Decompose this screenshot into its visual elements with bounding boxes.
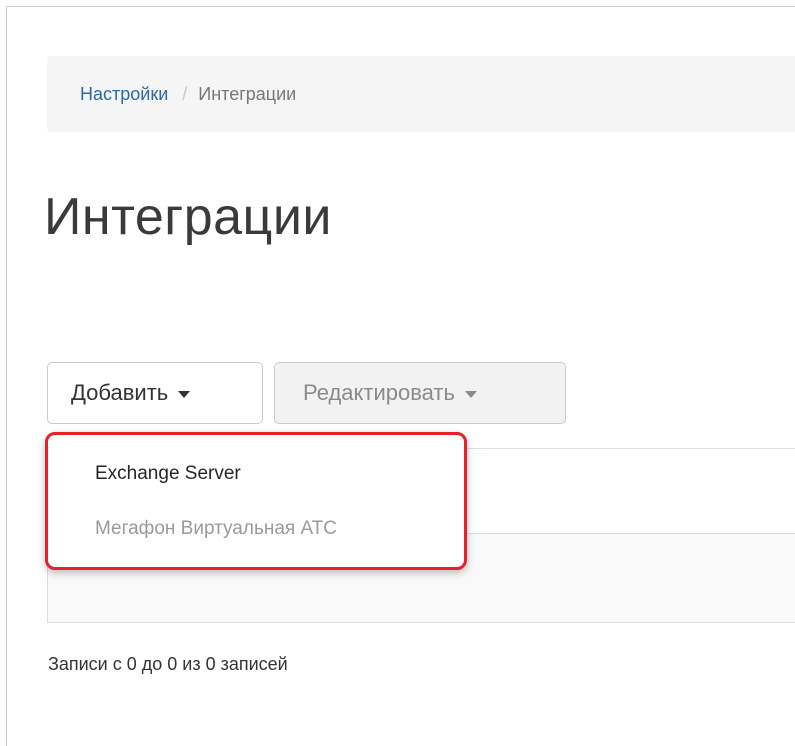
add-dropdown-menu: Exchange Server Мегафон Виртуальная АТС <box>45 432 467 570</box>
add-button-label: Добавить <box>71 380 169 405</box>
menu-item-megafon-vats[interactable]: Мегафон Виртуальная АТС <box>95 518 337 540</box>
page-title: Интеграции <box>44 188 332 246</box>
caret-down-icon <box>178 390 191 398</box>
breadcrumb-link-settings[interactable]: Настройки <box>80 84 168 105</box>
breadcrumb-current: Интеграции <box>198 83 297 104</box>
breadcrumb-separator: / <box>182 83 188 104</box>
caret-down-icon <box>464 390 477 398</box>
add-button[interactable]: Добавить <box>47 362 263 424</box>
table-records-info: Записи с 0 до 0 из 0 записей <box>48 654 288 674</box>
edit-button[interactable]: Редактировать <box>274 362 566 424</box>
table-header-border <box>466 448 795 449</box>
menu-item-exchange-server[interactable]: Exchange Server <box>95 463 241 485</box>
breadcrumb: Настройки / Интеграции <box>47 56 795 132</box>
edit-button-label: Редактировать <box>303 380 455 405</box>
